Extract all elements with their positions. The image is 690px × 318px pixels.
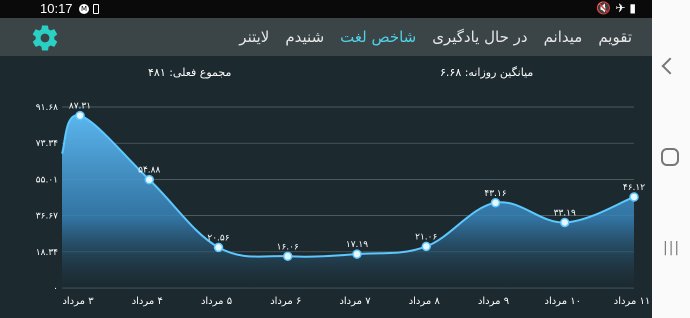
x-tick-label: ۸ مرداد	[409, 296, 441, 307]
data-label: ۱۷.۱۹	[346, 240, 368, 250]
y-tick-label: ۱۸.۳۴	[36, 248, 58, 258]
status-time: 10:17	[40, 1, 73, 16]
x-tick-label: ۷ مرداد	[339, 296, 371, 307]
y-tick-label: ۳۶.۶۷	[36, 212, 58, 222]
tab-leitner[interactable]: لایتنر	[231, 18, 277, 56]
gear-icon[interactable]	[30, 23, 60, 53]
x-tick-label: ۹ مرداد	[478, 296, 509, 307]
system-nav-bar: |||	[652, 0, 690, 318]
data-label: ۴۳.۱۶	[484, 189, 506, 199]
chart-area-fill	[62, 115, 634, 289]
tab-word-index[interactable]: شاخص لغت	[332, 18, 424, 56]
data-point	[421, 241, 431, 252]
tab-heard[interactable]: شنیدم	[277, 18, 332, 56]
top-toolbar: تقویم میدانم در حال یادگیری شاخص لغت شنی…	[0, 18, 652, 56]
data-point	[213, 242, 224, 253]
tab-calendar[interactable]: تقویم	[590, 18, 640, 56]
x-tick-label: ۱۰ مرداد	[545, 296, 582, 307]
data-point	[352, 249, 362, 259]
x-tick-label: ۴ مرداد	[132, 296, 163, 307]
data-label: ۵۴.۸۸	[138, 166, 160, 176]
data-label: ۳۳.۱۹	[554, 208, 576, 218]
data-label: ۱۶.۰۶	[277, 242, 299, 252]
notification-badge-icon: M	[79, 4, 89, 14]
y-tick-label: ۹۱.۶۸	[36, 103, 58, 113]
tab-learning[interactable]: در حال یادگیری	[424, 18, 535, 56]
data-point	[144, 174, 154, 185]
y-tick-label: ۵۵.۰۱	[36, 175, 58, 185]
tab-known[interactable]: میدانم	[536, 18, 591, 56]
word-index-chart: ۰ ۱۸.۳۴ ۳۶.۶۷ ۵۵.۰۱ ۷۳.۳۴ ۹۱.۶۸ ۸۷.۳۱ ۳ مرداد ۵…	[36, 102, 651, 307]
data-point	[560, 217, 570, 228]
back-chevron-icon[interactable]	[661, 57, 679, 75]
data-point	[283, 251, 293, 262]
data-label: ۸۷.۳۱	[69, 102, 91, 112]
home-icon[interactable]	[661, 148, 679, 166]
recent-apps-icon[interactable]: |||	[663, 240, 680, 256]
data-point	[629, 192, 639, 202]
data-label: ۲۰.۵۶	[207, 233, 229, 243]
x-tick-label: ۵ مرداد	[201, 296, 232, 307]
data-label: ۲۱.۰۶	[415, 232, 437, 242]
x-tick-label: ۱۱ مرداد	[614, 296, 651, 307]
data-label: ۴۶.۱۲	[623, 183, 645, 193]
data-point	[75, 110, 85, 121]
x-tick-label: ۳ مرداد	[62, 296, 94, 307]
sim-icon	[93, 4, 99, 14]
status-icons: 🔇✈▮	[596, 1, 640, 15]
tab-bar: تقویم میدانم در حال یادگیری شاخص لغت شنی…	[231, 18, 640, 56]
x-tick-label: ۶ مرداد	[270, 296, 301, 307]
y-tick-label: ۰	[53, 284, 58, 294]
y-tick-label: ۷۳.۳۴	[36, 139, 58, 149]
status-bar: 10:17 M 🔇✈▮	[0, 0, 652, 18]
data-point	[490, 198, 501, 208]
